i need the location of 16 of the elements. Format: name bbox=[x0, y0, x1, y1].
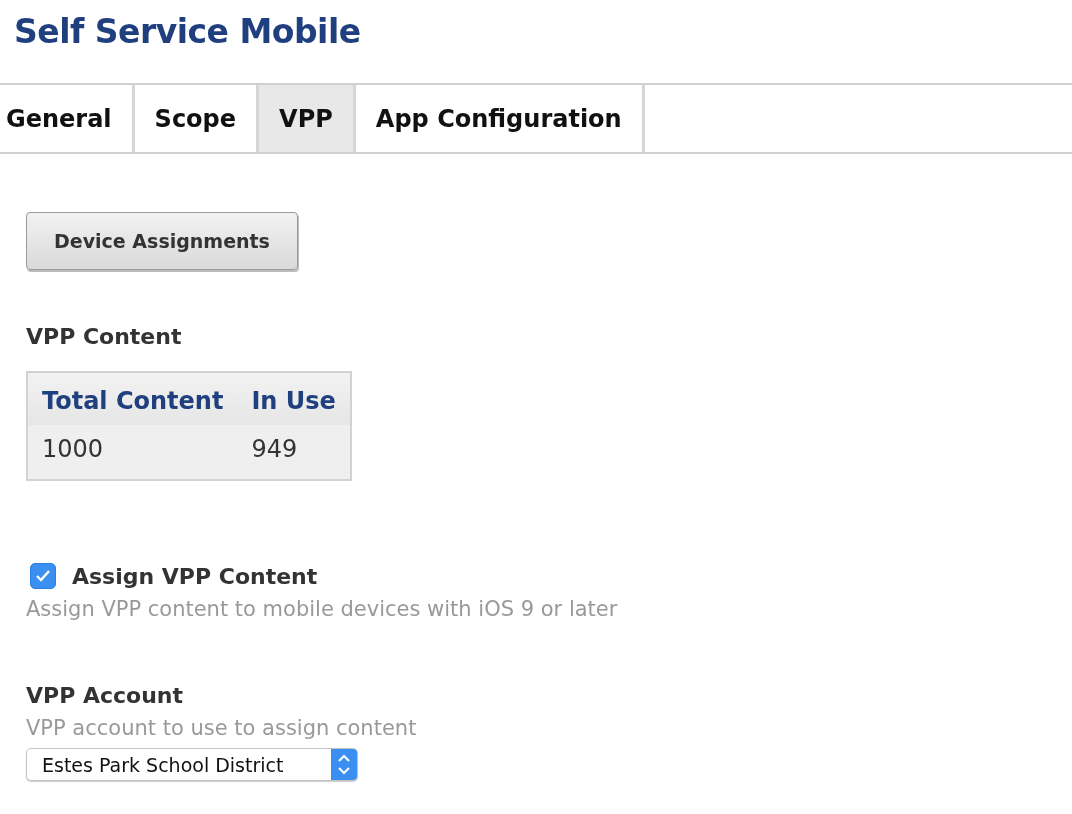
section-heading: VPP Content bbox=[26, 324, 183, 349]
table-cell: 1000 bbox=[27, 425, 238, 480]
field-label: VPP Account bbox=[26, 683, 184, 708]
checkbox[interactable] bbox=[30, 563, 56, 589]
account-dropdown[interactable]: Estes Park School District bbox=[26, 748, 358, 781]
column-header: In Use bbox=[237, 372, 351, 425]
checkmark-icon bbox=[35, 569, 51, 583]
page-title: Self Service Mobile bbox=[13, 11, 362, 53]
checkbox-label: Assign VPP Content bbox=[72, 563, 318, 589]
table-cell: 949 bbox=[237, 425, 351, 480]
help-text: Assign VPP content to mobile devices with iOS 9 or later bbox=[26, 597, 619, 621]
chevron-updown-icon bbox=[331, 749, 357, 780]
column-header: Total Content bbox=[27, 372, 238, 425]
tab[interactable]: VPP bbox=[259, 85, 356, 152]
device-assignments-button[interactable]: Device Assignments bbox=[26, 212, 298, 270]
help-text: VPP account to use to assign content bbox=[26, 716, 418, 740]
